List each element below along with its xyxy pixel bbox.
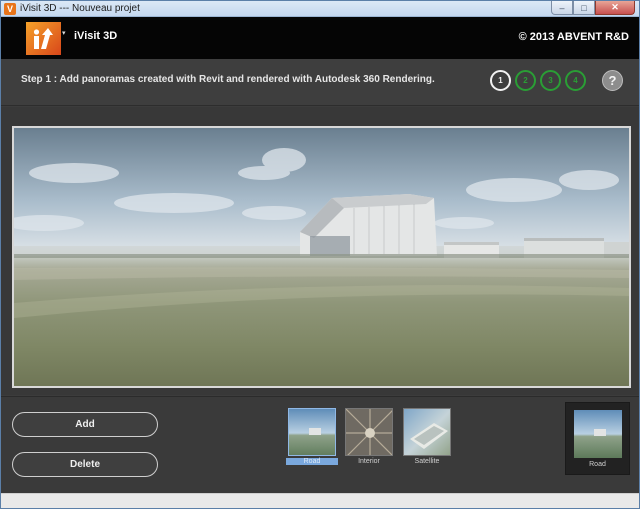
app-header: ▾ iVisit 3D © 2013 ABVENT R&D: [1, 17, 639, 59]
close-button[interactable]: ✕: [595, 1, 635, 15]
preview-road-image: [574, 410, 622, 458]
thumbnail-road[interactable]: [288, 408, 336, 456]
step-instruction: Step 1 : Add panoramas created with Revi…: [21, 74, 435, 85]
delete-button[interactable]: Delete: [12, 452, 158, 477]
satellite-thumbnail-image: [404, 409, 450, 455]
app-name: iVisit 3D: [74, 30, 118, 42]
window-title: iVisit 3D --- Nouveau projet: [20, 3, 140, 14]
bottom-panel: Add Delete Road Interior Satellite Road: [1, 396, 639, 493]
app-window: V iVisit 3D --- Nouveau projet – □ ✕ ▾ i…: [0, 0, 640, 509]
interior-thumbnail-image: [346, 409, 392, 455]
title-bar: V iVisit 3D --- Nouveau projet – □ ✕: [1, 1, 639, 17]
step-1-button[interactable]: 1: [490, 70, 511, 91]
status-bar: [1, 493, 639, 508]
logo-menu-arrow-icon[interactable]: ▾: [62, 29, 66, 37]
preview-thumbnail: [574, 410, 622, 458]
maximize-button[interactable]: □: [573, 1, 595, 15]
thumbnail-interior[interactable]: [345, 408, 393, 456]
app-icon: V: [4, 3, 16, 15]
ivisit-logo-button[interactable]: [26, 22, 61, 55]
viewer-area: [1, 107, 639, 395]
ivisit-logo-icon: [33, 27, 53, 49]
thumbnail-satellite[interactable]: [403, 408, 451, 456]
step-bar: Step 1 : Add panoramas created with Revi…: [1, 59, 639, 106]
panorama-viewer[interactable]: [12, 126, 631, 388]
window-controls: – □ ✕: [551, 1, 635, 16]
add-button[interactable]: Add: [12, 412, 158, 437]
step-4-button[interactable]: 4: [565, 70, 586, 91]
minimize-button[interactable]: –: [551, 1, 573, 15]
preview-label: Road: [589, 461, 606, 468]
panorama-image: [14, 148, 629, 318]
help-button[interactable]: ?: [602, 70, 623, 91]
road-thumbnail-image: [289, 409, 335, 455]
copyright-text: © 2013 ABVENT R&D: [518, 31, 629, 43]
thumbnail-road-label[interactable]: Road: [286, 458, 338, 465]
step-2-button[interactable]: 2: [515, 70, 536, 91]
thumbnail-interior-label[interactable]: Interior: [343, 458, 395, 465]
selected-preview: Road: [565, 402, 630, 475]
step-3-button[interactable]: 3: [540, 70, 561, 91]
thumbnail-satellite-label[interactable]: Satellite: [401, 458, 453, 465]
